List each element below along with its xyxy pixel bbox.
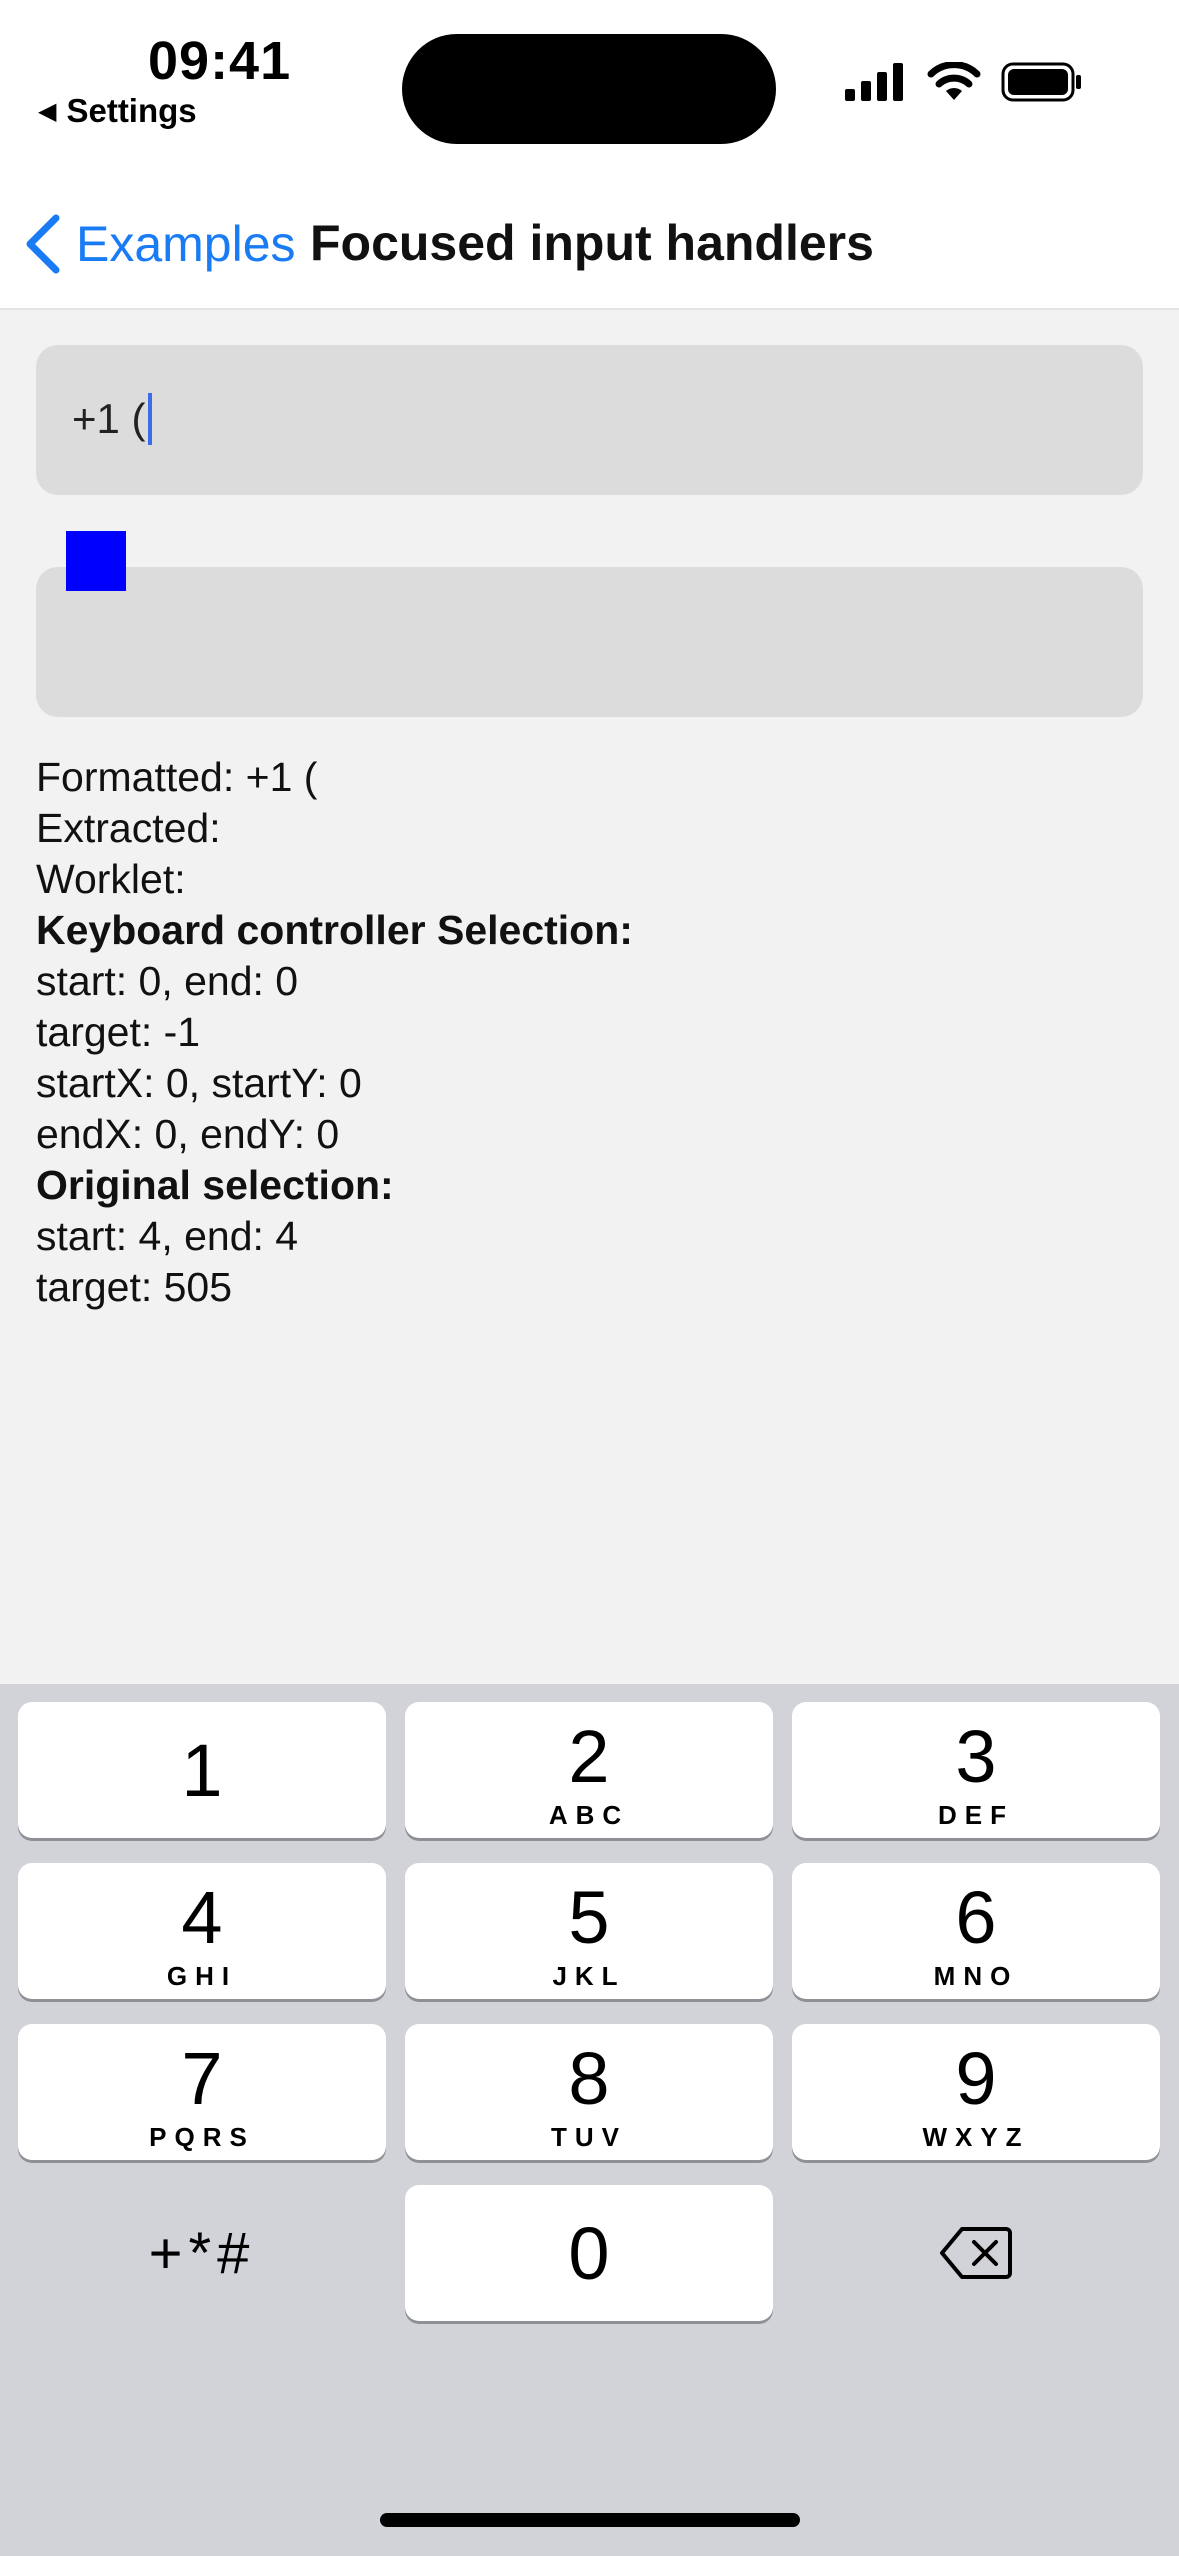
key-letters: PQRS <box>149 2122 255 2152</box>
signal-icon <box>845 63 903 101</box>
original-selection-heading: Original selection: <box>36 1162 394 1208</box>
key-number: 9 <box>955 2037 997 2120</box>
key-number: 0 <box>568 2212 610 2295</box>
worklet-text: Worklet: <box>36 856 186 902</box>
number-pad-keyboard: 1 2 ABC 3 DEF 4 GHI 5 JKL 6 MNO 7 PQRS 8… <box>0 1684 1179 2556</box>
formatted-text: Formatted: +1 ( <box>36 754 318 800</box>
phone-input[interactable]: +1 ( <box>36 345 1143 495</box>
key-number: 8 <box>568 2037 610 2120</box>
key-number: 2 <box>568 1715 610 1798</box>
selection-indicator-square <box>66 531 126 591</box>
battery-icon <box>1001 62 1081 102</box>
orig-start-end: start: 4, end: 4 <box>36 1213 299 1259</box>
key-0[interactable]: 0 <box>405 2185 773 2321</box>
chevron-left-icon <box>26 214 60 274</box>
navigation-bar: Examples Focused input handlers <box>0 190 1179 310</box>
second-input[interactable] <box>36 567 1143 717</box>
key-number: 1 <box>181 1729 223 1812</box>
page-title: Focused input handlers <box>310 215 874 271</box>
keyboard-controller-heading: Keyboard controller Selection: <box>36 907 633 953</box>
key-5[interactable]: 5 JKL <box>405 1863 773 1999</box>
dynamic-island <box>402 34 776 144</box>
back-to-app-link[interactable]: ◀ Settings <box>38 92 197 130</box>
kc-target: target: -1 <box>36 1009 201 1055</box>
phone-input-value: +1 ( <box>72 395 146 442</box>
symbols-key[interactable]: +*# <box>18 2185 386 2321</box>
key-8[interactable]: 8 TUV <box>405 2024 773 2160</box>
extracted-text: Extracted: <box>36 805 221 851</box>
status-time: 09:41 <box>148 31 292 91</box>
status-icons <box>845 62 1083 102</box>
back-triangle-icon: ◀ <box>38 97 57 125</box>
key-letters: GHI <box>166 1961 238 1991</box>
key-number: 7 <box>181 2037 223 2120</box>
key-2[interactable]: 2 ABC <box>405 1702 773 1838</box>
backspace-icon <box>940 2227 1012 2279</box>
kc-start-xy: startX: 0, startY: 0 <box>36 1060 362 1106</box>
key-4[interactable]: 4 GHI <box>18 1863 386 1999</box>
kc-end-xy: endX: 0, endY: 0 <box>36 1111 340 1157</box>
kc-start-end: start: 0, end: 0 <box>36 958 299 1004</box>
nav-back-label: Examples <box>76 216 296 272</box>
symbols-label: +*# <box>148 2220 256 2286</box>
key-number: 4 <box>181 1876 223 1959</box>
home-indicator[interactable] <box>380 2513 800 2527</box>
info-panel: Formatted: +1 ( Extracted: Worklet: Keyb… <box>36 752 633 1313</box>
key-number: 3 <box>955 1715 997 1798</box>
key-letters: ABC <box>548 1800 630 1830</box>
key-letters: WXYZ <box>922 2122 1030 2152</box>
key-letters: JKL <box>552 1961 626 1991</box>
key-letters: MNO <box>933 1961 1019 1991</box>
nav-back-button[interactable]: Examples <box>22 212 296 276</box>
key-6[interactable]: 6 MNO <box>792 1863 1160 1999</box>
back-app-label: Settings <box>66 92 197 129</box>
text-caret <box>147 393 152 445</box>
key-3[interactable]: 3 DEF <box>792 1702 1160 1838</box>
key-letters: TUV <box>551 2122 627 2152</box>
key-7[interactable]: 7 PQRS <box>18 2024 386 2160</box>
delete-key[interactable] <box>792 2185 1160 2321</box>
wifi-icon <box>927 62 981 100</box>
key-number: 6 <box>955 1876 997 1959</box>
orig-target: target: 505 <box>36 1264 233 1310</box>
key-1[interactable]: 1 <box>18 1702 386 1838</box>
key-9[interactable]: 9 WXYZ <box>792 2024 1160 2160</box>
key-letters: DEF <box>938 1800 1014 1830</box>
key-number: 5 <box>568 1876 610 1959</box>
status-bar: 09:41 ◀ Settings <box>0 0 1179 190</box>
